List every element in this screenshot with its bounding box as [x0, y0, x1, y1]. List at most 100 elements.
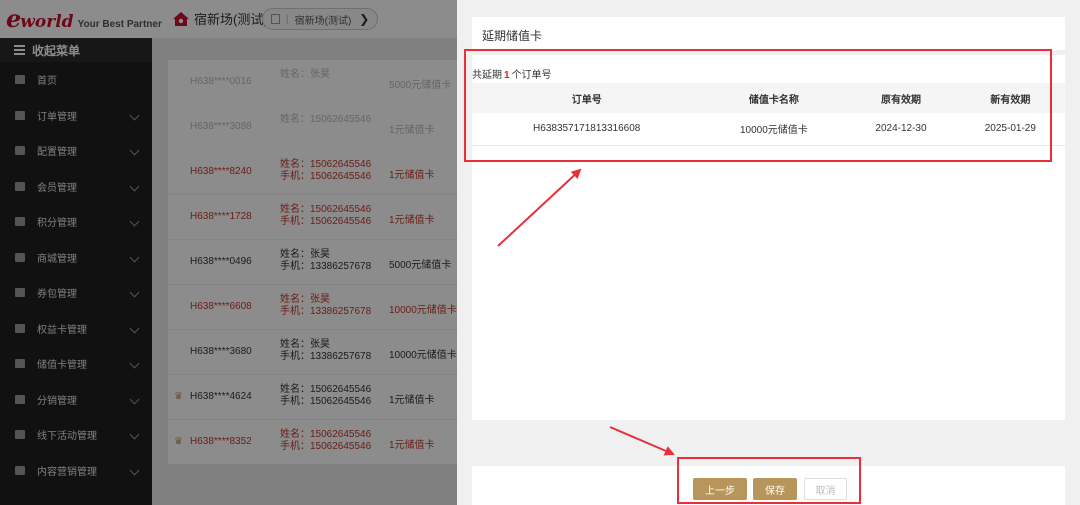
- collapse-menu-label: 收起菜单: [32, 43, 81, 58]
- table-cell: 10000元储值卡: [701, 113, 847, 146]
- order-id: H638****4624: [190, 391, 252, 402]
- sidebar-item-7[interactable]: 权益卡管理: [0, 311, 152, 347]
- store-name: 宿新场(测试): [194, 12, 268, 27]
- brand-tagline: Your Best Partner: [77, 19, 162, 30]
- chevron-down-icon: [129, 323, 140, 333]
- member-name: 姓名：15062645546: [280, 159, 372, 170]
- member-name: 姓名：张昊: [280, 249, 330, 260]
- cancel-button[interactable]: 取消: [804, 478, 847, 500]
- member-name: 姓名：张昊: [280, 339, 330, 350]
- table-cell: H638357171813316608: [472, 113, 702, 146]
- member-info: 姓名：15062645546 手机：15062645546: [280, 204, 371, 228]
- list-item[interactable]: H638****0016 姓名：张昊 5000元储值卡: [168, 60, 457, 105]
- sidebar-item-1[interactable]: 订单管理: [0, 98, 152, 134]
- store-pill-label: 宿新场(测试): [294, 15, 352, 27]
- points-icon: [14, 216, 26, 228]
- summary-suffix: 个订单号: [511, 70, 552, 81]
- order-id: H638****8352: [190, 436, 252, 447]
- sidebar-item-label: 权益卡管理: [37, 324, 87, 336]
- member-name: 姓名：15062645546: [280, 384, 372, 395]
- card-name: 1元储值卡: [389, 440, 435, 451]
- sidebar: 收起菜单 首页订单管理配置管理会员管理积分管理商城管理券包管理权益卡管理储值卡管…: [0, 38, 152, 505]
- chevron-down-icon: [129, 181, 140, 191]
- chevron-down-icon: [129, 429, 140, 440]
- summary-prefix: 共延期: [472, 70, 502, 81]
- pill-separator: |: [286, 13, 289, 25]
- sidebar-item-9[interactable]: 分销管理: [0, 382, 152, 418]
- extend-table: 订单号 储值卡名称 原有效期 新有效期 H638357171813316608 1000…: [472, 83, 1065, 146]
- list-item[interactable]: H638****0496 姓名：张昊 手机：13386257678 5000元储值卡: [168, 240, 457, 285]
- collapse-menu-button[interactable]: 收起菜单: [0, 38, 152, 62]
- store-house-icon: [173, 11, 189, 26]
- sidebar-item-label: 线下活动管理: [37, 431, 97, 443]
- extend-card-drawer: 延期储值卡 共延期 1 个订单号 订单号 储值卡名称 原有效期 新有效期 H6383571…: [457, 0, 1080, 505]
- order-id: H638****3088: [190, 121, 252, 132]
- member-phone: 手机：15062645546: [280, 171, 372, 182]
- save-button[interactable]: 保存: [753, 478, 797, 500]
- list-item[interactable]: H638****6608 姓名：张昊 手机：13386257678 10000元储值卡: [168, 285, 457, 330]
- sidebar-item-5[interactable]: 商城管理: [0, 240, 152, 276]
- member-name: 姓名：15062645546: [280, 429, 372, 440]
- sidebar-item-6[interactable]: 券包管理: [0, 275, 152, 311]
- table-header-row: 订单号 储值卡名称 原有效期 新有效期: [472, 83, 1065, 113]
- logo-letter: e: [6, 4, 22, 33]
- sidebar-item-label: 商城管理: [37, 253, 77, 265]
- drawer-title: 延期储值卡: [482, 29, 543, 43]
- summary-count: 1: [504, 70, 510, 81]
- crown-icon: [14, 180, 26, 192]
- hamburger-icon: [14, 43, 25, 57]
- sidebar-item-4[interactable]: 积分管理: [0, 204, 152, 240]
- member-name: 姓名：张昊: [280, 69, 330, 80]
- list-item[interactable]: H638****3088 姓名：15062645546 1元储值卡: [168, 105, 457, 150]
- member-info: 姓名：张昊 手机：13386257678: [280, 294, 371, 318]
- chevron-down-icon: [129, 252, 140, 262]
- order-id: H638****1728: [190, 211, 252, 222]
- list-item[interactable]: H638****1728 姓名：15062645546 手机：15062645546…: [168, 195, 457, 240]
- sidebar-item-11[interactable]: 内容营销管理: [0, 453, 152, 489]
- card-icon: [14, 322, 26, 334]
- sidebar-item-label: 会员管理: [37, 182, 77, 194]
- list-item[interactable]: H638****8240 姓名：15062645546 手机：15062645546…: [168, 150, 457, 195]
- member-info: 姓名：张昊 手机：13386257678: [280, 249, 371, 273]
- member-info: 姓名：15062645546 手机：15062645546: [280, 159, 371, 183]
- member-name: 姓名：15062645546: [280, 114, 372, 125]
- list-item[interactable]: ♛ H638****4624 姓名：15062645546 手机：1506264554…: [168, 375, 457, 420]
- crown-icon: ♛: [174, 436, 183, 447]
- sidebar-item-label: 首页: [37, 76, 57, 88]
- sidebar-item-10[interactable]: 线下活动管理: [0, 417, 152, 453]
- store-title: 宿新场(测试): [172, 9, 268, 28]
- drawer-body: 共延期 1 个订单号 订单号 储值卡名称 原有效期 新有效期 H6383571718133…: [472, 55, 1065, 420]
- card-name: 1元储值卡: [389, 395, 435, 406]
- sidebar-item-label: 订单管理: [37, 111, 77, 123]
- order-id: H638****8240: [190, 166, 252, 177]
- member-phone: 手机：15062645546: [280, 396, 372, 407]
- list-item[interactable]: H638****3680 姓名：张昊 手机：13386257678 10000元储值卡: [168, 330, 457, 375]
- card-name: 5000元储值卡: [389, 260, 452, 271]
- member-info: 姓名：15062645546 手机：15062645546: [280, 384, 371, 408]
- member-info: 姓名：张昊: [280, 69, 330, 81]
- member-phone: 手机：13386257678: [280, 261, 372, 272]
- sidebar-item-8[interactable]: 储值卡管理: [0, 346, 152, 382]
- distribution-icon: [14, 393, 26, 405]
- coupon-icon: [14, 287, 26, 299]
- order-id: H638****0496: [190, 256, 252, 267]
- sidebar-item-3[interactable]: 会员管理: [0, 169, 152, 205]
- sidebar-item-0[interactable]: 首页: [0, 62, 152, 98]
- marketing-icon: [14, 464, 26, 476]
- activity-icon: [14, 429, 26, 441]
- sidebar-item-2[interactable]: 配置管理: [0, 133, 152, 169]
- sidebar-item-label: 积分管理: [37, 218, 77, 230]
- chevron-down-icon: [129, 110, 140, 120]
- sidebar-item-label: 分销管理: [37, 395, 77, 407]
- sidebar-item-label: 储值卡管理: [37, 360, 87, 372]
- member-name: 姓名：15062645546: [280, 204, 372, 215]
- member-info: 姓名：15062645546 手机：15062645546: [280, 429, 371, 453]
- column-header: 订单号: [472, 83, 702, 113]
- stored-card-order-list: H638****0016 姓名：张昊 5000元储值卡 H638****3088 姓名：…: [168, 60, 457, 465]
- store-switcher[interactable]: | 宿新场(测试) ❯: [262, 8, 378, 30]
- building-icon: [271, 14, 280, 24]
- card-name: 10000元储值卡: [389, 350, 457, 361]
- prev-step-button[interactable]: 上一步: [693, 478, 747, 500]
- list-item[interactable]: ♛ H638****8352 姓名：15062645546 手机：1506264554…: [168, 420, 457, 465]
- member-phone: 手机：15062645546: [280, 441, 372, 452]
